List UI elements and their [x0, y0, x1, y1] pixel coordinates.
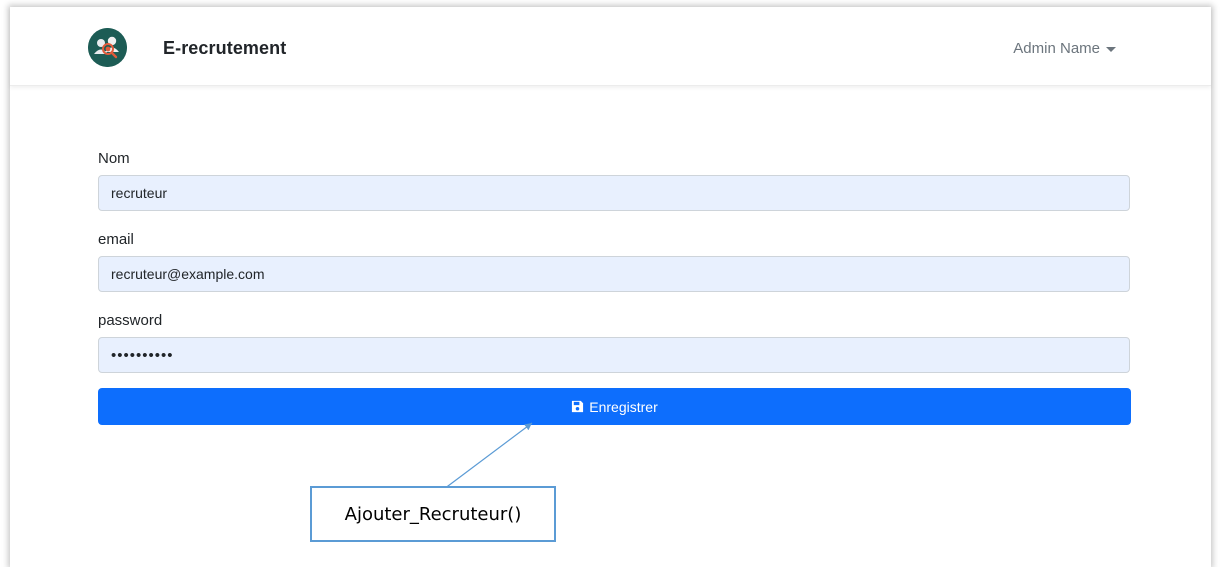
password-label: password	[98, 312, 163, 329]
save-button-label: Enregistrer	[589, 398, 658, 415]
navbar: E-recrutement Admin Name	[10, 7, 1211, 86]
annotation-callout: Ajouter_Recruteur()	[310, 486, 556, 542]
nom-label: Nom	[98, 150, 130, 167]
users-search-icon[interactable]	[88, 28, 127, 67]
app-window: E-recrutement Admin Name Nom email passw…	[10, 7, 1211, 567]
save-icon	[572, 400, 584, 413]
user-name: Admin Name	[1013, 40, 1100, 57]
save-button[interactable]: Enregistrer	[98, 388, 1131, 425]
brand-title[interactable]: E-recrutement	[163, 38, 286, 59]
nom-input[interactable]	[98, 175, 1130, 211]
caret-down-icon	[1106, 46, 1116, 52]
email-input[interactable]	[98, 256, 1130, 292]
email-label: email	[98, 231, 134, 248]
user-menu-dropdown[interactable]: Admin Name	[1013, 40, 1116, 57]
callout-text: Ajouter_Recruteur()	[344, 503, 522, 525]
password-input[interactable]	[98, 337, 1130, 373]
